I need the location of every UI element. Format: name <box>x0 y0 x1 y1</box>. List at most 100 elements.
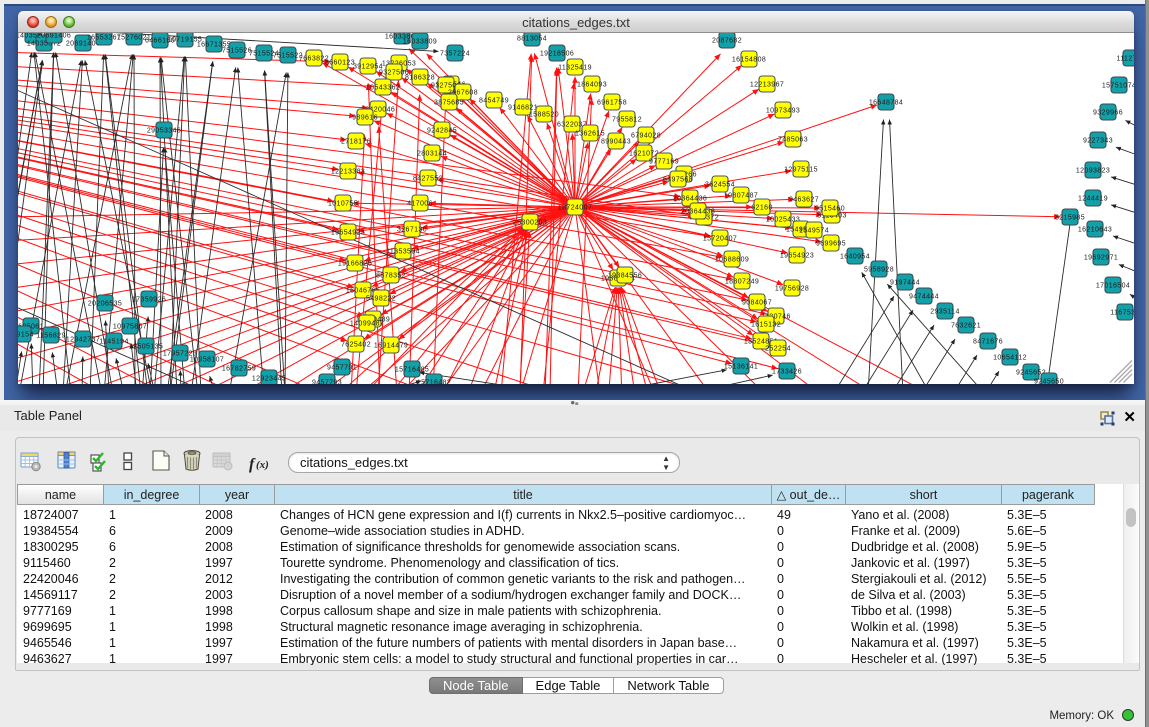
svg-text:20691406: 20691406 <box>37 33 71 40</box>
svg-text:25300203: 25300203 <box>513 220 547 227</box>
svg-text:12923445: 12923445 <box>252 376 286 383</box>
svg-text:1244419: 1244419 <box>1078 196 1108 203</box>
svg-text:9329966: 9329966 <box>1093 110 1123 117</box>
svg-text:7485063: 7485063 <box>778 137 808 144</box>
svg-text:8454749: 8454749 <box>479 98 509 105</box>
svg-text:10975867: 10975867 <box>113 324 147 331</box>
svg-text:12975115: 12975115 <box>784 167 818 174</box>
svg-text:1112733: 1112733 <box>1116 56 1134 63</box>
svg-text:1864093: 1864093 <box>577 82 607 89</box>
svg-text:15751074: 15751074 <box>1102 83 1134 90</box>
svg-text:1733426: 1733426 <box>772 369 802 376</box>
svg-text:15716485: 15716485 <box>395 367 429 374</box>
svg-text:1167533: 1167533 <box>1110 310 1134 317</box>
svg-text:8186328: 8186328 <box>405 75 435 82</box>
svg-text:9242845: 9242845 <box>427 128 457 135</box>
svg-text:989616: 989616 <box>352 115 378 122</box>
svg-text:19654923: 19654923 <box>331 230 365 237</box>
svg-text:8990443: 8990443 <box>601 139 631 146</box>
svg-text:10543362: 10543362 <box>366 85 400 92</box>
svg-text:8427552: 8427552 <box>413 176 443 183</box>
svg-text:3875685: 3875685 <box>434 100 464 107</box>
svg-text:20206535: 20206535 <box>88 301 122 308</box>
svg-text:2087682: 2087682 <box>712 38 742 45</box>
svg-text:11353594: 11353594 <box>386 249 420 256</box>
svg-text:17359926: 17359926 <box>132 297 166 304</box>
svg-text:9474444: 9474444 <box>909 294 939 301</box>
svg-text:8215985: 8215985 <box>1055 215 1085 222</box>
svg-text:417006: 417006 <box>407 201 433 208</box>
svg-text:29053346: 29053346 <box>147 128 181 135</box>
svg-text:6794028: 6794028 <box>631 133 661 140</box>
svg-text:15716482: 15716482 <box>417 380 451 385</box>
svg-text:7357224: 7357224 <box>440 51 470 58</box>
svg-text:20364438: 20364438 <box>681 209 715 216</box>
svg-text:8878352: 8878352 <box>376 273 406 280</box>
svg-text:19756928: 19756928 <box>775 286 809 293</box>
svg-text:1615132: 1615132 <box>751 322 781 329</box>
svg-text:2718176: 2718176 <box>341 139 371 146</box>
svg-text:1145194: 1145194 <box>99 339 129 346</box>
svg-text:9463627: 9463627 <box>789 197 819 204</box>
svg-text:9457793: 9457793 <box>312 380 342 385</box>
svg-text:16033809: 16033809 <box>403 39 437 46</box>
svg-text:8471676: 8471676 <box>973 339 1003 346</box>
svg-text:16914479: 16914479 <box>374 343 408 350</box>
svg-text:9084067: 9084067 <box>742 300 772 307</box>
svg-text:9197444: 9197444 <box>890 280 920 287</box>
svg-text:3624554: 3624554 <box>705 182 735 189</box>
svg-text:10688609: 10688609 <box>715 257 749 264</box>
svg-text:9777169: 9777169 <box>649 159 679 166</box>
svg-text:18724007: 18724007 <box>558 205 592 212</box>
svg-text:9457791: 9457791 <box>327 365 357 372</box>
svg-text:7955812: 7955812 <box>612 117 642 124</box>
svg-text:1156829: 1156829 <box>36 333 66 340</box>
svg-text:9699695: 9699695 <box>816 241 846 248</box>
svg-text:2935114: 2935114 <box>930 309 960 316</box>
svg-text:(x): (x) <box>256 459 269 471</box>
svg-text:3267130: 3267130 <box>397 227 427 234</box>
svg-text:1010755: 1010755 <box>328 201 358 208</box>
svg-text:12213967: 12213967 <box>750 82 784 89</box>
svg-text:9227343: 9227343 <box>1083 138 1113 145</box>
svg-text:10973493: 10973493 <box>766 108 800 115</box>
svg-text:7632621: 7632621 <box>951 323 981 330</box>
svg-text:7515526: 7515526 <box>222 48 252 55</box>
svg-text:19166825: 19166825 <box>338 261 372 268</box>
svg-text:9146821: 9146821 <box>508 105 538 112</box>
svg-text:16782759: 16782759 <box>222 366 256 373</box>
svg-text:2803144: 2803144 <box>417 151 447 158</box>
svg-text:6497568: 6497568 <box>663 177 693 184</box>
svg-text:1621072: 1621072 <box>629 151 659 158</box>
svg-text:17016504: 17016504 <box>1096 283 1130 290</box>
svg-text:39154: 39154 <box>18 332 34 339</box>
svg-text:16210643: 16210643 <box>1078 227 1112 234</box>
svg-text:15136141: 15136141 <box>724 364 758 371</box>
svg-text:1588520: 1588520 <box>529 112 559 119</box>
svg-text:5958928: 5958928 <box>864 267 894 274</box>
svg-text:19692971: 19692971 <box>1084 255 1118 262</box>
svg-text:10958107: 10958107 <box>190 357 224 364</box>
svg-text:8660123: 8660123 <box>325 60 355 67</box>
svg-text:1640954: 1640954 <box>840 254 870 261</box>
svg-text:15720407: 15720407 <box>703 236 737 243</box>
svg-text:f: f <box>249 456 256 473</box>
svg-text:1362615: 1362615 <box>575 131 605 138</box>
svg-text:20691406: 20691406 <box>66 41 100 48</box>
svg-text:12093823: 12093823 <box>1076 168 1110 175</box>
svg-text:62160: 62160 <box>751 205 772 212</box>
svg-text:11325419: 11325419 <box>558 65 592 72</box>
svg-text:6961758: 6961758 <box>597 100 627 107</box>
svg-text:19218506: 19218506 <box>540 51 574 58</box>
svg-text:16648784: 16648784 <box>869 100 903 107</box>
svg-text:10654112: 10654112 <box>993 355 1027 362</box>
svg-text:12942737: 12942737 <box>66 337 100 344</box>
svg-text:9245650: 9245650 <box>1034 379 1064 385</box>
svg-text:19384556: 19384556 <box>608 273 642 280</box>
svg-text:19654923: 19654923 <box>780 253 814 260</box>
svg-text:12213383: 12213383 <box>331 169 365 176</box>
svg-text:16154808: 16154808 <box>732 57 766 64</box>
svg-text:10807487: 10807487 <box>724 193 758 200</box>
svg-text:20364436: 20364436 <box>673 196 707 203</box>
svg-text:18807249: 18807249 <box>725 279 759 286</box>
